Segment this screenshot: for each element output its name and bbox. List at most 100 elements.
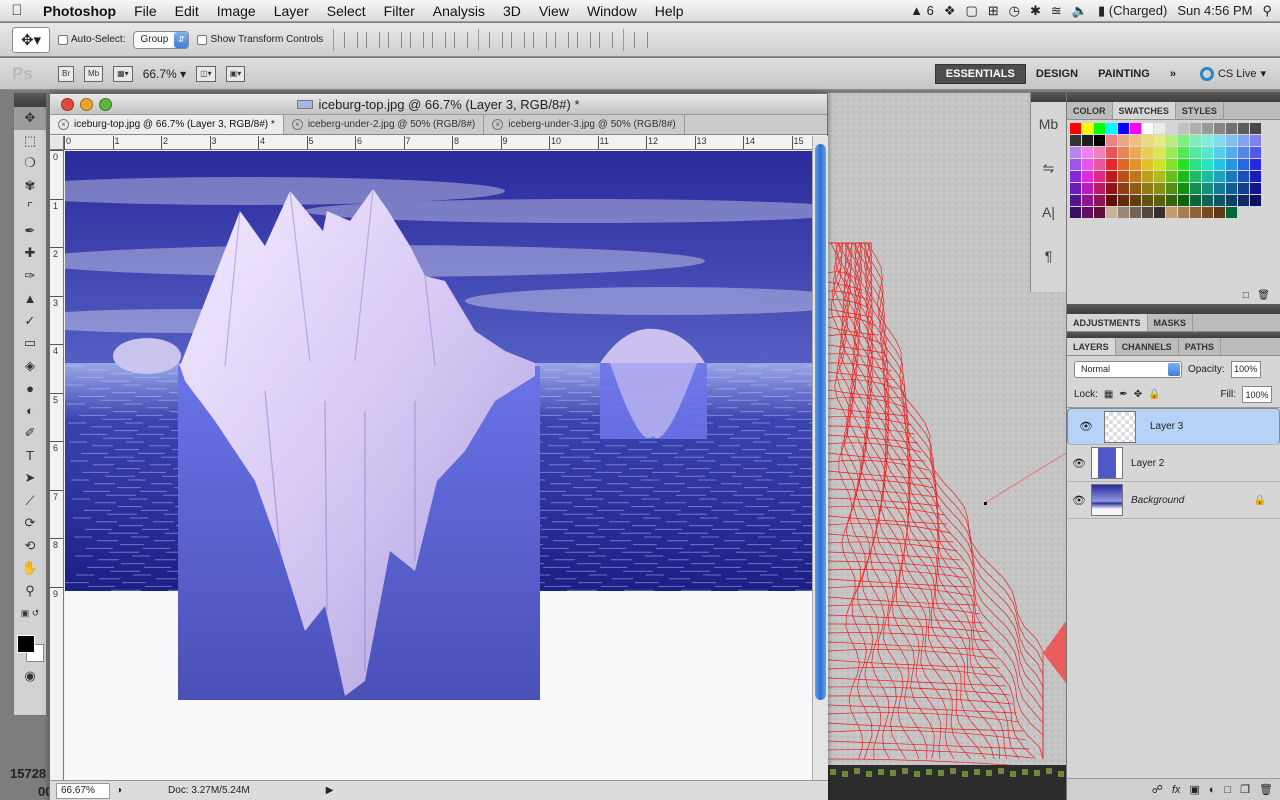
tab-layers[interactable]: LAYERS: [1067, 338, 1116, 355]
color-swatch[interactable]: [1094, 123, 1105, 134]
color-swatch[interactable]: [1094, 171, 1105, 182]
color-swatch[interactable]: [1154, 123, 1165, 134]
wifi-icon[interactable]: ≊: [1051, 3, 1062, 19]
view-extras-button[interactable]: ▦▾: [113, 65, 133, 82]
color-swatch[interactable]: [1118, 207, 1129, 218]
history-icon[interactable]: ⇋: [1031, 146, 1066, 190]
color-swatch[interactable]: [1082, 171, 1093, 182]
clone-stamp-tool-icon[interactable]: ▲: [14, 287, 46, 310]
color-swatch[interactable]: [1214, 207, 1225, 218]
distribute-left-icon[interactable]: [555, 31, 570, 48]
layer-name[interactable]: Layer 2: [1131, 458, 1280, 469]
align-hcenter-icon[interactable]: [432, 31, 447, 48]
color-swatch[interactable]: [1070, 207, 1081, 218]
color-swatch[interactable]: [1106, 123, 1117, 134]
layer-row-layer-3[interactable]: 👁 Layer 3: [1067, 408, 1280, 445]
menu-edit[interactable]: Edit: [166, 3, 208, 19]
lock-pixels-icon[interactable]: ✒: [1119, 389, 1127, 400]
align-left-icon[interactable]: [410, 31, 425, 48]
color-swatch[interactable]: [1178, 147, 1189, 158]
horizontal-ruler[interactable]: 0 1 2 3 4 5 6 7 8 9 10 11 12 13 14 15: [64, 136, 812, 150]
menu-filter[interactable]: Filter: [375, 3, 424, 19]
adobe-updates-icon[interactable]: ▲ 6: [910, 3, 934, 18]
color-swatch[interactable]: [1130, 195, 1141, 206]
color-swatch[interactable]: [1130, 159, 1141, 170]
color-swatch[interactable]: [1190, 183, 1201, 194]
color-swatch[interactable]: [1178, 195, 1189, 206]
color-swatch[interactable]: [1154, 135, 1165, 146]
color-swatch[interactable]: [1238, 135, 1249, 146]
color-swatch[interactable]: [1190, 159, 1201, 170]
document-titlebar[interactable]: iceburg-top.jpg @ 66.7% (Layer 3, RGB/8#…: [50, 94, 827, 115]
menu-3d[interactable]: 3D: [494, 3, 530, 19]
vertical-ruler[interactable]: 0 1 2 3 4 5 6 7 8 9: [50, 150, 64, 780]
delete-swatch-icon[interactable]: 🗑: [1257, 290, 1270, 301]
marquee-tool-icon[interactable]: ⬚: [14, 130, 46, 153]
status-info-icon[interactable]: ◑: [116, 785, 122, 796]
minimize-window-icon[interactable]: [80, 98, 93, 111]
color-swatch[interactable]: [1226, 147, 1237, 158]
grid-icon[interactable]: ⊞: [988, 3, 999, 19]
distribute-right-icon[interactable]: [599, 31, 614, 48]
color-swatch[interactable]: [1118, 183, 1129, 194]
workspace-design[interactable]: DESIGN: [1026, 64, 1088, 84]
align-vcenter-icon[interactable]: [366, 31, 381, 48]
color-swatch[interactable]: [1214, 123, 1225, 134]
color-swatch[interactable]: [1082, 123, 1093, 134]
workspace-more-button[interactable]: »: [1160, 64, 1186, 84]
layer-row-background[interactable]: 👁 Background 🔒: [1067, 482, 1280, 519]
color-swatch[interactable]: [1202, 147, 1213, 158]
auto-select-checkbox[interactable]: Auto-Select:: [58, 34, 125, 45]
character-icon[interactable]: A|: [1031, 190, 1066, 234]
color-swatch[interactable]: [1238, 159, 1249, 170]
arrange-documents-button[interactable]: ◫▾: [196, 65, 216, 82]
lock-position-icon[interactable]: ✥: [1134, 389, 1142, 400]
menu-help[interactable]: Help: [646, 3, 693, 19]
vertical-scrollbar[interactable]: [812, 136, 828, 780]
quick-mask-icon[interactable]: ◉: [14, 665, 46, 688]
color-swatch[interactable]: [1166, 159, 1177, 170]
tab-paths[interactable]: PATHS: [1179, 338, 1221, 355]
color-swatch[interactable]: [1130, 171, 1141, 182]
scrollbar-thumb[interactable]: [815, 144, 826, 700]
color-swatch[interactable]: [1166, 183, 1177, 194]
color-swatch[interactable]: [1094, 135, 1105, 146]
foreground-color-swatch[interactable]: [17, 634, 35, 653]
line-tool-icon[interactable]: ⟋: [14, 490, 46, 513]
close-tab-icon[interactable]: ×: [58, 119, 69, 130]
3d-orbit-tool-icon[interactable]: ⟲: [14, 535, 46, 558]
panel-grip[interactable]: [1067, 304, 1280, 314]
color-swatch[interactable]: [1118, 171, 1129, 182]
distribute-hcenter-icon[interactable]: [577, 31, 592, 48]
color-swatch[interactable]: [1178, 171, 1189, 182]
tool-preset-picker[interactable]: ✥▾: [12, 26, 50, 53]
color-swatch[interactable]: [1190, 147, 1201, 158]
apple-menu-icon[interactable]: : [0, 2, 34, 19]
eye-icon[interactable]: 👁: [1067, 494, 1091, 507]
color-swatch[interactable]: [1250, 135, 1261, 146]
pen-tool-icon[interactable]: ✐: [14, 422, 46, 445]
color-swatch[interactable]: [1202, 159, 1213, 170]
color-swatch[interactable]: [1130, 207, 1141, 218]
fill-input[interactable]: 100%: [1242, 386, 1272, 403]
tab-iceberg-under-3[interactable]: × iceberg-under-3.jpg @ 50% (RGB/8#): [484, 115, 685, 134]
auto-align-icon[interactable]: [634, 31, 649, 48]
color-swatch[interactable]: [1250, 195, 1261, 206]
bluetooth-icon[interactable]: ✱: [1030, 3, 1041, 19]
new-swatch-icon[interactable]: □: [1243, 290, 1249, 301]
show-transform-checkbox[interactable]: Show Transform Controls: [197, 34, 323, 45]
color-swatch[interactable]: [1082, 207, 1093, 218]
color-swatch[interactable]: [1178, 159, 1189, 170]
zoom-tool-icon[interactable]: ⚲: [14, 580, 46, 603]
menu-analysis[interactable]: Analysis: [424, 3, 494, 19]
distribute-top-icon[interactable]: [489, 31, 504, 48]
color-swatch[interactable]: [1178, 183, 1189, 194]
color-swatch[interactable]: [1118, 147, 1129, 158]
volume-icon[interactable]: 🔈: [1072, 3, 1088, 19]
new-group-icon[interactable]: □: [1225, 784, 1232, 796]
color-swatch[interactable]: [1082, 195, 1093, 206]
menu-window[interactable]: Window: [578, 3, 646, 19]
color-swatch[interactable]: [1106, 207, 1117, 218]
color-swatch[interactable]: [1106, 135, 1117, 146]
color-swatch[interactable]: [1130, 135, 1141, 146]
